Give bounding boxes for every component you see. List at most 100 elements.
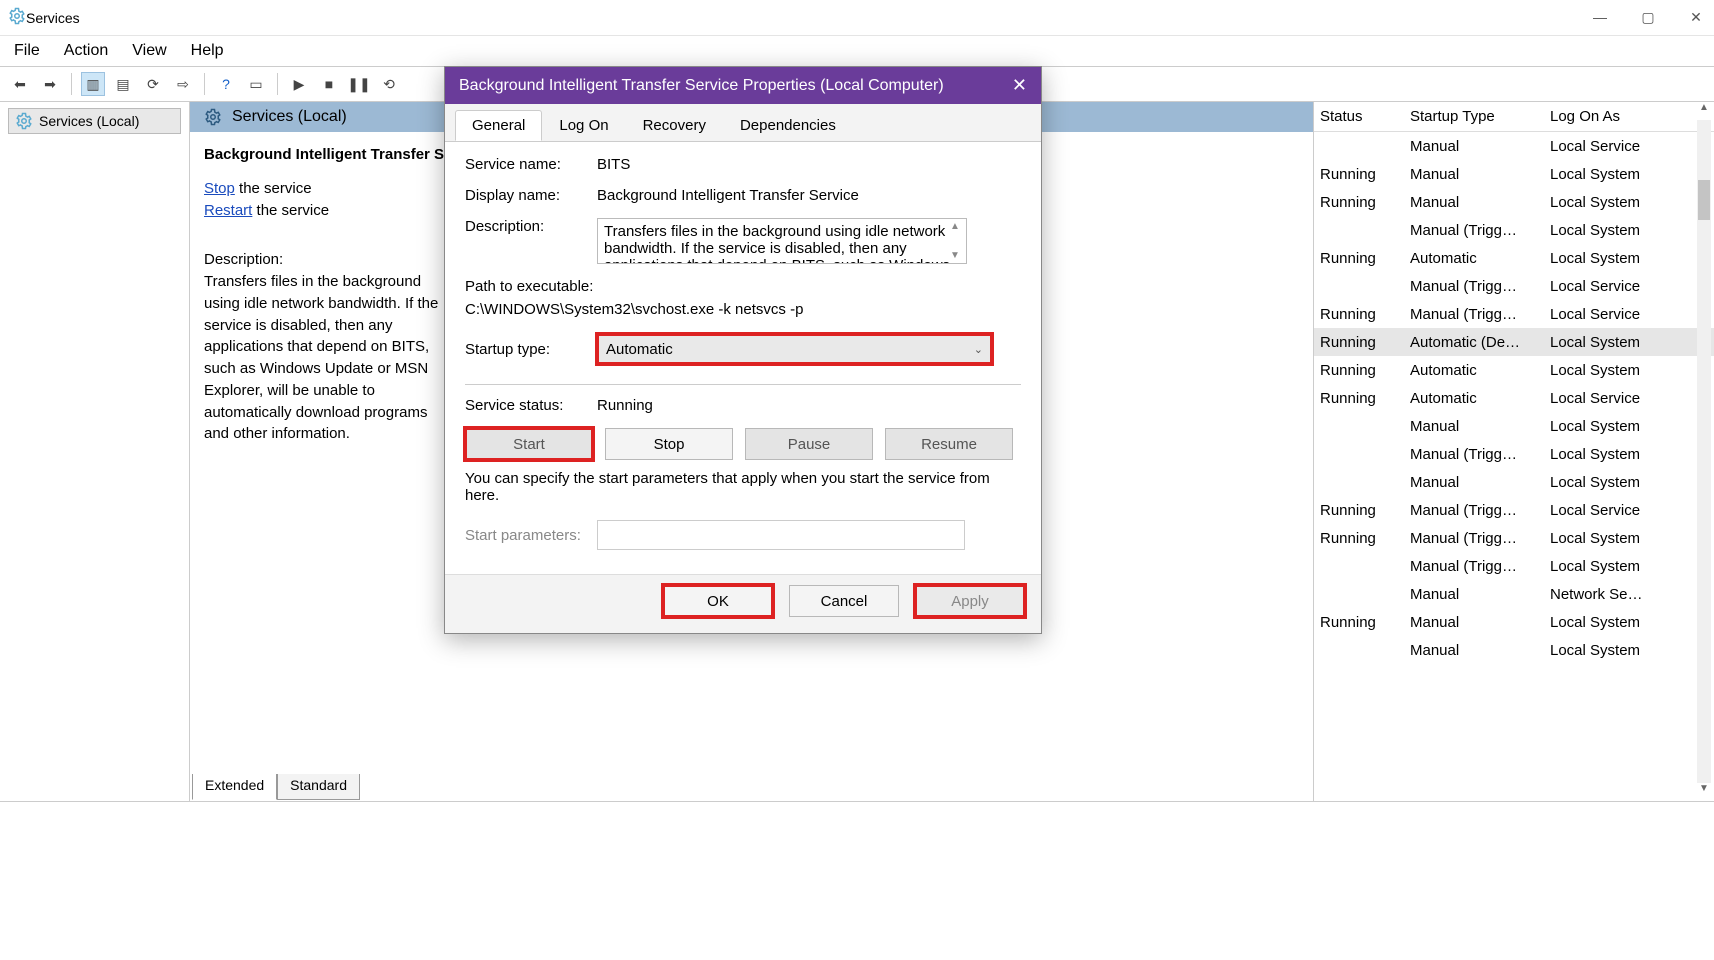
chevron-down-icon: ⌄ <box>974 343 983 356</box>
refresh-icon[interactable]: ⟳ <box>141 72 165 96</box>
table-row[interactable]: RunningManual (Trigg…Local System <box>1314 524 1714 552</box>
table-row[interactable]: RunningManual (Trigg…Local Service <box>1314 496 1714 524</box>
cell-status: Running <box>1314 306 1404 323</box>
cell-startup: Manual <box>1404 418 1544 435</box>
col-header-startup[interactable]: Startup Type <box>1404 108 1544 125</box>
cell-logon: Local System <box>1544 250 1694 267</box>
service-status-value: Running <box>597 397 1021 414</box>
table-row[interactable]: RunningManualLocal System <box>1314 188 1714 216</box>
properties-icon[interactable]: ▤ <box>111 72 135 96</box>
table-row[interactable]: Manual (Trigg…Local System <box>1314 216 1714 244</box>
apply-button[interactable]: Apply <box>915 585 1025 617</box>
table-row[interactable]: RunningManualLocal System <box>1314 608 1714 636</box>
maximize-button[interactable]: ▢ <box>1638 9 1658 26</box>
table-row[interactable]: Manual (Trigg…Local System <box>1314 552 1714 580</box>
cell-startup: Manual <box>1404 586 1544 603</box>
tab-extended[interactable]: Extended <box>192 774 277 800</box>
desc-scroll-up-icon[interactable]: ▲ <box>950 221 964 232</box>
dialog-close-icon[interactable]: ✕ <box>1012 75 1027 96</box>
start-params-input[interactable] <box>597 520 965 550</box>
table-row[interactable]: ManualLocal Service <box>1314 132 1714 160</box>
start-params-label: Start parameters: <box>465 527 597 544</box>
table-row[interactable]: Manual (Trigg…Local Service <box>1314 272 1714 300</box>
col-header-logon[interactable]: Log On As <box>1544 108 1694 125</box>
table-row[interactable]: ManualNetwork Se… <box>1314 580 1714 608</box>
pause-icon[interactable]: ❚❚ <box>347 72 371 96</box>
menu-view[interactable]: View <box>132 42 166 60</box>
col-header-status[interactable]: Status <box>1314 108 1404 125</box>
cell-startup: Manual (Trigg… <box>1404 222 1544 239</box>
scroll-thumb[interactable] <box>1698 180 1710 220</box>
description-box[interactable]: Transfers files in the background using … <box>597 218 967 264</box>
play-icon[interactable]: ▶ <box>287 72 311 96</box>
window-icon[interactable]: ▭ <box>244 72 268 96</box>
restart-icon[interactable]: ⟲ <box>377 72 401 96</box>
table-row[interactable]: RunningAutomaticLocal System <box>1314 244 1714 272</box>
restart-suffix: the service <box>252 202 329 219</box>
cell-logon: Local System <box>1544 194 1694 211</box>
stop-icon[interactable]: ■ <box>317 72 341 96</box>
description-label: Description: <box>465 218 597 235</box>
cell-startup: Manual (Trigg… <box>1404 502 1544 519</box>
stop-button[interactable]: Stop <box>605 428 733 460</box>
path-label: Path to executable: <box>465 278 1021 295</box>
table-row[interactable]: RunningAutomaticLocal System <box>1314 356 1714 384</box>
resume-button[interactable]: Resume <box>885 428 1013 460</box>
table-row[interactable]: ManualLocal System <box>1314 412 1714 440</box>
cell-logon: Local Service <box>1544 138 1694 155</box>
back-icon[interactable]: ⬅ <box>8 72 32 96</box>
tab-recovery[interactable]: Recovery <box>626 110 723 141</box>
cell-status: Running <box>1314 250 1404 267</box>
minimize-button[interactable]: — <box>1590 9 1610 26</box>
cell-status: Running <box>1314 530 1404 547</box>
cell-startup: Manual <box>1404 166 1544 183</box>
startup-type-select[interactable]: Automatic ⌄ <box>597 334 992 364</box>
tab-standard[interactable]: Standard <box>277 774 360 800</box>
table-row[interactable]: ManualLocal System <box>1314 468 1714 496</box>
desc-scroll-down-icon[interactable]: ▼ <box>950 250 964 261</box>
tab-dependencies[interactable]: Dependencies <box>723 110 853 141</box>
table-row[interactable]: RunningManualLocal System <box>1314 160 1714 188</box>
tree-node-label: Services (Local) <box>39 113 139 129</box>
menu-help[interactable]: Help <box>191 42 224 60</box>
tree-pane: Services (Local) <box>0 102 190 801</box>
tree-node-services-local[interactable]: Services (Local) <box>8 108 181 134</box>
scrollbar[interactable]: ▲ ▼ <box>1696 102 1712 801</box>
stop-link[interactable]: Stop <box>204 180 235 197</box>
table-row[interactable]: RunningManual (Trigg…Local Service <box>1314 300 1714 328</box>
table-row[interactable]: ManualLocal System <box>1314 636 1714 664</box>
cell-logon: Local System <box>1544 558 1694 575</box>
ok-button[interactable]: OK <box>663 585 773 617</box>
cell-startup: Automatic <box>1404 362 1544 379</box>
table-row[interactable]: RunningAutomatic (De…Local System <box>1314 328 1714 356</box>
scroll-down-icon[interactable]: ▼ <box>1699 783 1709 801</box>
forward-icon[interactable]: ➡ <box>38 72 62 96</box>
window-titlebar: Services — ▢ ✕ <box>0 0 1714 36</box>
export-icon[interactable]: ⇨ <box>171 72 195 96</box>
cancel-button[interactable]: Cancel <box>789 585 899 617</box>
cell-startup: Manual <box>1404 614 1544 631</box>
close-button[interactable]: ✕ <box>1686 9 1706 26</box>
path-value: C:\WINDOWS\System32\svchost.exe -k netsv… <box>465 301 1021 318</box>
table-row[interactable]: Manual (Trigg…Local System <box>1314 440 1714 468</box>
scroll-up-icon[interactable]: ▲ <box>1699 102 1709 120</box>
restart-link[interactable]: Restart <box>204 202 252 219</box>
cell-startup: Automatic (De… <box>1404 334 1544 351</box>
menu-action[interactable]: Action <box>64 42 108 60</box>
services-table: Status Startup Type Log On As ManualLoca… <box>1314 102 1714 801</box>
show-hide-tree-icon[interactable]: ▥ <box>81 72 105 96</box>
tab-logon[interactable]: Log On <box>542 110 625 141</box>
help-icon[interactable]: ? <box>214 72 238 96</box>
cell-status: Running <box>1314 166 1404 183</box>
cell-status: Running <box>1314 502 1404 519</box>
table-row[interactable]: RunningAutomaticLocal Service <box>1314 384 1714 412</box>
cell-status: Running <box>1314 614 1404 631</box>
cell-logon: Local Service <box>1544 502 1694 519</box>
pause-button[interactable]: Pause <box>745 428 873 460</box>
start-button[interactable]: Start <box>465 428 593 460</box>
cell-startup: Manual (Trigg… <box>1404 306 1544 323</box>
service-name-label: Service name: <box>465 156 597 173</box>
cell-logon: Local System <box>1544 614 1694 631</box>
menu-file[interactable]: File <box>14 42 40 60</box>
tab-general[interactable]: General <box>455 110 542 141</box>
